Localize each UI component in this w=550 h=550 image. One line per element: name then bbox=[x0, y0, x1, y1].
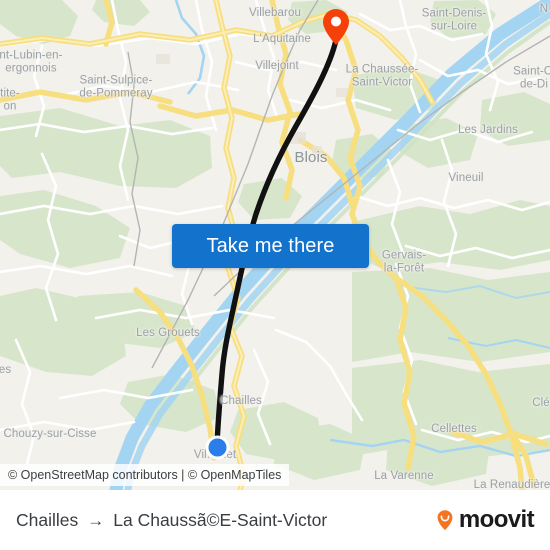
route-destination-label: La Chaussã©E-Saint-Victor bbox=[113, 509, 328, 530]
moovit-logo[interactable]: moovit bbox=[433, 506, 535, 533]
moovit-route-preview: Villebarou Saint-Denis- sur-Loire N L'Aq… bbox=[0, 0, 550, 550]
moovit-pin-icon bbox=[437, 510, 453, 530]
map-attribution[interactable]: © OpenStreetMap contributors | © OpenMap… bbox=[0, 464, 290, 486]
footer-bar: Chailles → La Chaussã©E-Saint-Victor moo… bbox=[0, 490, 550, 550]
map-canvas[interactable]: Villebarou Saint-Denis- sur-Loire N L'Aq… bbox=[0, 0, 550, 490]
take-me-there-button[interactable]: Take me there bbox=[172, 224, 369, 268]
arrow-right-icon: → bbox=[87, 510, 105, 530]
route-summary: Chailles → La Chaussã©E-Saint-Victor bbox=[16, 510, 327, 531]
route-origin-label: Chailles bbox=[16, 509, 79, 530]
map-attribution-text: © OpenStreetMap contributors | © OpenMap… bbox=[8, 468, 282, 482]
origin-location-dot-icon[interactable] bbox=[205, 435, 230, 460]
moovit-wordmark: moovit bbox=[458, 506, 535, 533]
